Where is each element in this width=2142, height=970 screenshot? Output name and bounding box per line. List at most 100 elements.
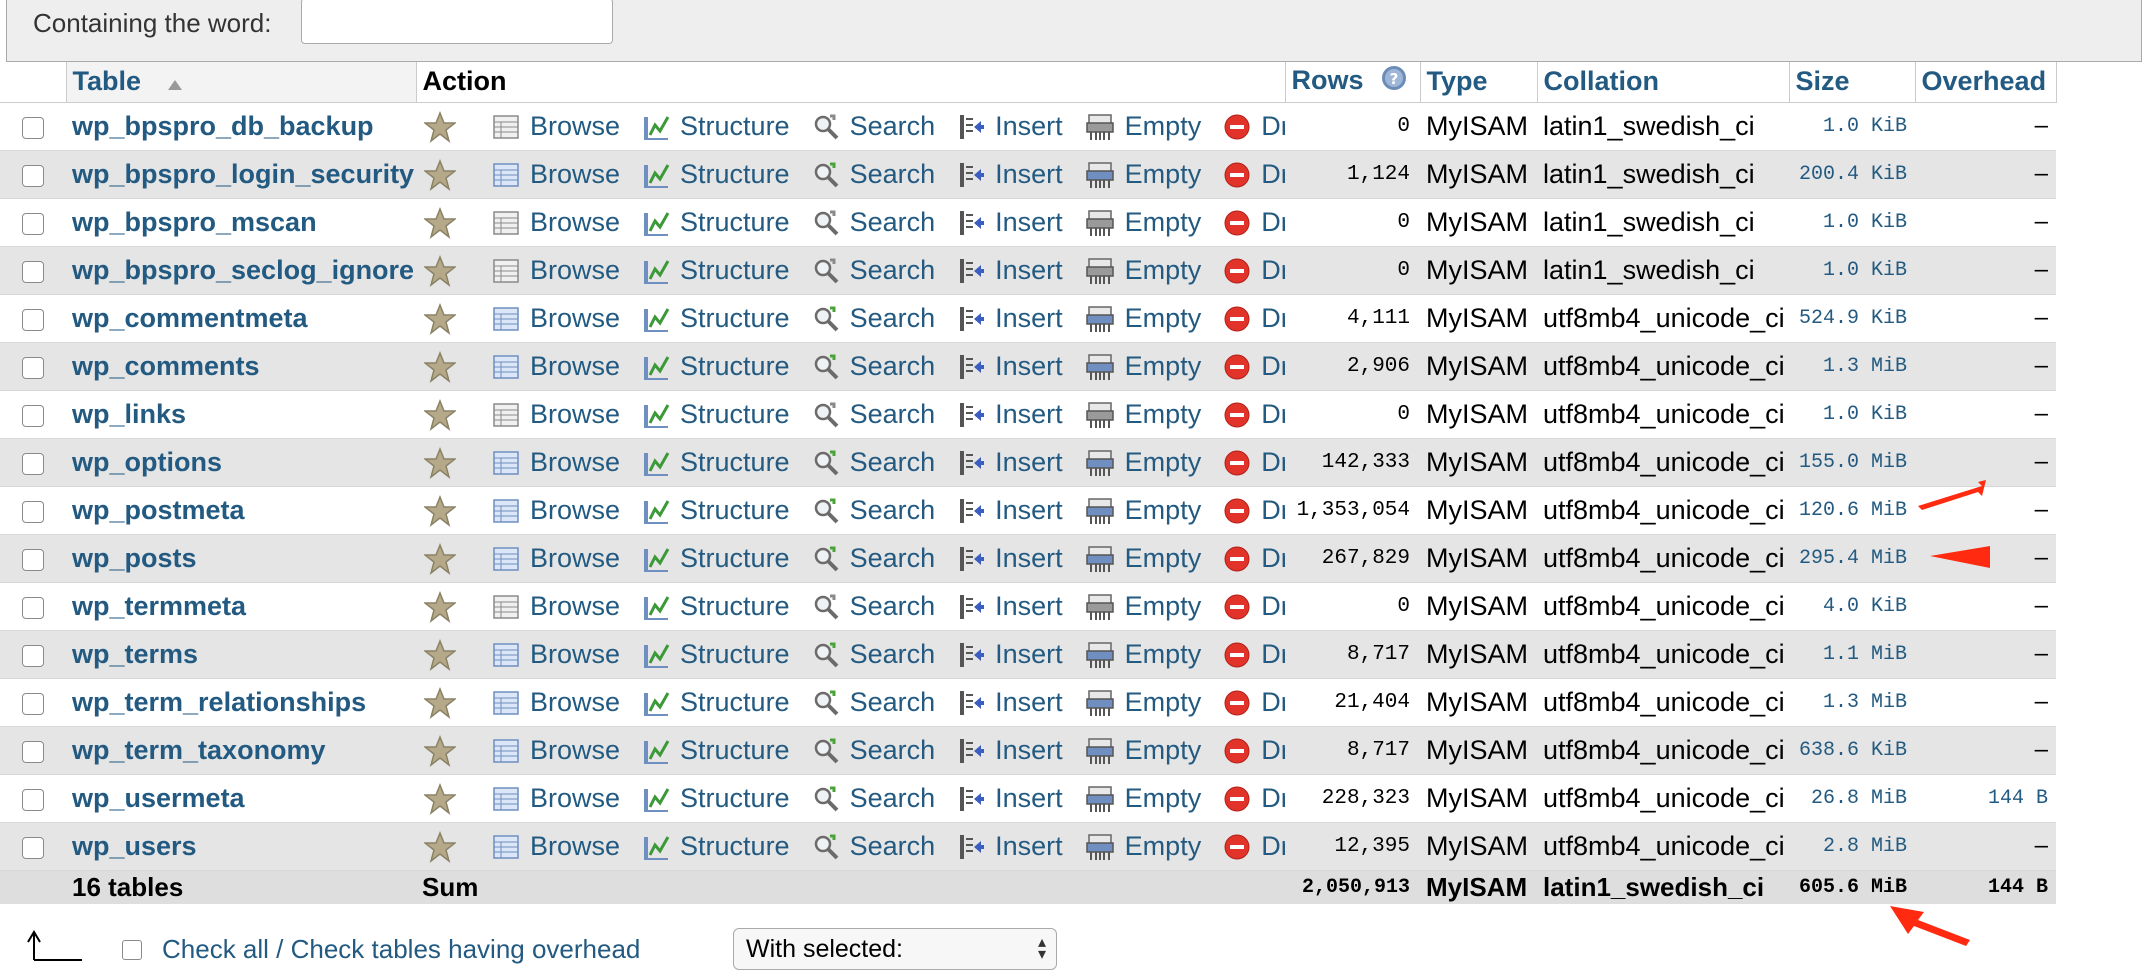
favorite-button[interactable] — [424, 830, 466, 863]
browse-link[interactable]: Browse — [492, 111, 620, 142]
row-checkbox[interactable] — [22, 788, 44, 811]
structure-link[interactable]: Structure — [642, 735, 790, 766]
insert-link[interactable]: Insert — [957, 303, 1063, 334]
table-name-link[interactable]: wp_posts — [66, 534, 416, 583]
favorite-button[interactable] — [424, 206, 466, 239]
drop-link[interactable]: Drop — [1223, 495, 1285, 526]
row-checkbox[interactable] — [22, 260, 44, 283]
structure-link[interactable]: Structure — [642, 255, 790, 286]
insert-link[interactable]: Insert — [957, 351, 1063, 382]
drop-link[interactable]: Drop — [1223, 351, 1285, 382]
drop-link[interactable]: Drop — [1223, 591, 1285, 622]
favorite-button[interactable] — [424, 686, 466, 719]
drop-link[interactable]: Drop — [1223, 639, 1285, 670]
row-checkbox[interactable] — [22, 644, 44, 667]
empty-link[interactable]: Empty — [1085, 639, 1201, 670]
browse-link[interactable]: Browse — [492, 447, 620, 478]
empty-link[interactable]: Empty — [1085, 543, 1201, 574]
table-size-link[interactable]: 1.3 MiB — [1789, 342, 1915, 391]
table-name-link[interactable]: wp_users — [66, 822, 416, 871]
drop-link[interactable]: Drop — [1223, 111, 1285, 142]
search-link[interactable]: Search — [812, 783, 935, 814]
browse-link[interactable]: Browse — [492, 735, 620, 766]
empty-link[interactable]: Empty — [1085, 831, 1201, 862]
structure-link[interactable]: Structure — [642, 399, 790, 430]
browse-link[interactable]: Browse — [492, 303, 620, 334]
favorite-button[interactable] — [424, 302, 466, 335]
browse-link[interactable]: Browse — [492, 255, 620, 286]
drop-link[interactable]: Drop — [1223, 831, 1285, 862]
row-checkbox[interactable] — [22, 836, 44, 859]
favorite-button[interactable] — [424, 542, 466, 575]
empty-link[interactable]: Empty — [1085, 303, 1201, 334]
insert-link[interactable]: Insert — [957, 447, 1063, 478]
favorite-button[interactable] — [424, 398, 466, 431]
structure-link[interactable]: Structure — [642, 207, 790, 238]
favorite-button[interactable] — [424, 494, 466, 527]
table-size-link[interactable]: 1.1 MiB — [1789, 630, 1915, 679]
drop-link[interactable]: Drop — [1223, 159, 1285, 190]
table-size-link[interactable]: 524.9 KiB — [1789, 294, 1915, 343]
insert-link[interactable]: Insert — [957, 591, 1063, 622]
browse-link[interactable]: Browse — [492, 687, 620, 718]
table-name-link[interactable]: wp_postmeta — [66, 486, 416, 535]
insert-link[interactable]: Insert — [957, 111, 1063, 142]
insert-link[interactable]: Insert — [957, 543, 1063, 574]
check-all-link[interactable]: Check all — [162, 934, 269, 964]
insert-link[interactable]: Insert — [957, 255, 1063, 286]
table-size-link[interactable]: 2.8 MiB — [1789, 822, 1915, 871]
empty-link[interactable]: Empty — [1085, 207, 1201, 238]
table-size-link[interactable]: 1.0 KiB — [1789, 246, 1915, 295]
empty-link[interactable]: Empty — [1085, 255, 1201, 286]
favorite-button[interactable] — [424, 638, 466, 671]
drop-link[interactable]: Drop — [1223, 399, 1285, 430]
table-name-link[interactable]: wp_usermeta — [66, 774, 416, 823]
row-checkbox[interactable] — [22, 548, 44, 571]
row-checkbox[interactable] — [22, 164, 44, 187]
table-name-link[interactable]: wp_term_taxonomy — [66, 726, 416, 775]
search-link[interactable]: Search — [812, 399, 935, 430]
structure-link[interactable]: Structure — [642, 591, 790, 622]
favorite-button[interactable] — [424, 734, 466, 767]
structure-link[interactable]: Structure — [642, 303, 790, 334]
row-checkbox[interactable] — [22, 356, 44, 379]
table-size-link[interactable]: 120.6 MiB — [1789, 486, 1915, 535]
search-link[interactable]: Search — [812, 543, 935, 574]
empty-link[interactable]: Empty — [1085, 351, 1201, 382]
insert-link[interactable]: Insert — [957, 687, 1063, 718]
search-link[interactable]: Search — [812, 351, 935, 382]
table-name-link[interactable]: wp_termmeta — [66, 582, 416, 631]
header-collation[interactable]: Collation — [1537, 62, 1790, 103]
row-checkbox[interactable] — [22, 116, 44, 139]
empty-link[interactable]: Empty — [1085, 159, 1201, 190]
structure-link[interactable]: Structure — [642, 351, 790, 382]
favorite-button[interactable] — [424, 782, 466, 815]
search-link[interactable]: Search — [812, 639, 935, 670]
empty-link[interactable]: Empty — [1085, 399, 1201, 430]
table-size-link[interactable]: 155.0 MiB — [1789, 438, 1915, 487]
check-overhead-link[interactable]: Check tables having overhead — [291, 934, 641, 964]
drop-link[interactable]: Drop — [1223, 783, 1285, 814]
with-selected-select[interactable]: With selected: ▴ ▾ — [733, 928, 1057, 970]
table-name-link[interactable]: wp_commentmeta — [66, 294, 416, 343]
browse-link[interactable]: Browse — [492, 207, 620, 238]
table-size-link[interactable]: 638.6 KiB — [1789, 726, 1915, 775]
drop-link[interactable]: Drop — [1223, 735, 1285, 766]
row-checkbox[interactable] — [22, 596, 44, 619]
favorite-button[interactable] — [424, 590, 466, 623]
browse-link[interactable]: Browse — [492, 399, 620, 430]
structure-link[interactable]: Structure — [642, 159, 790, 190]
insert-link[interactable]: Insert — [957, 735, 1063, 766]
help-icon[interactable]: ? — [1381, 65, 1407, 98]
structure-link[interactable]: Structure — [642, 447, 790, 478]
table-name-link[interactable]: wp_bpspro_login_security — [66, 150, 416, 199]
row-checkbox[interactable] — [22, 692, 44, 715]
table-size-link[interactable]: 1.0 KiB — [1789, 390, 1915, 439]
search-link[interactable]: Search — [812, 447, 935, 478]
insert-link[interactable]: Insert — [957, 159, 1063, 190]
table-name-link[interactable]: wp_bpspro_db_backup — [66, 102, 416, 151]
drop-link[interactable]: Drop — [1223, 447, 1285, 478]
empty-link[interactable]: Empty — [1085, 447, 1201, 478]
browse-link[interactable]: Browse — [492, 495, 620, 526]
search-link[interactable]: Search — [812, 111, 935, 142]
